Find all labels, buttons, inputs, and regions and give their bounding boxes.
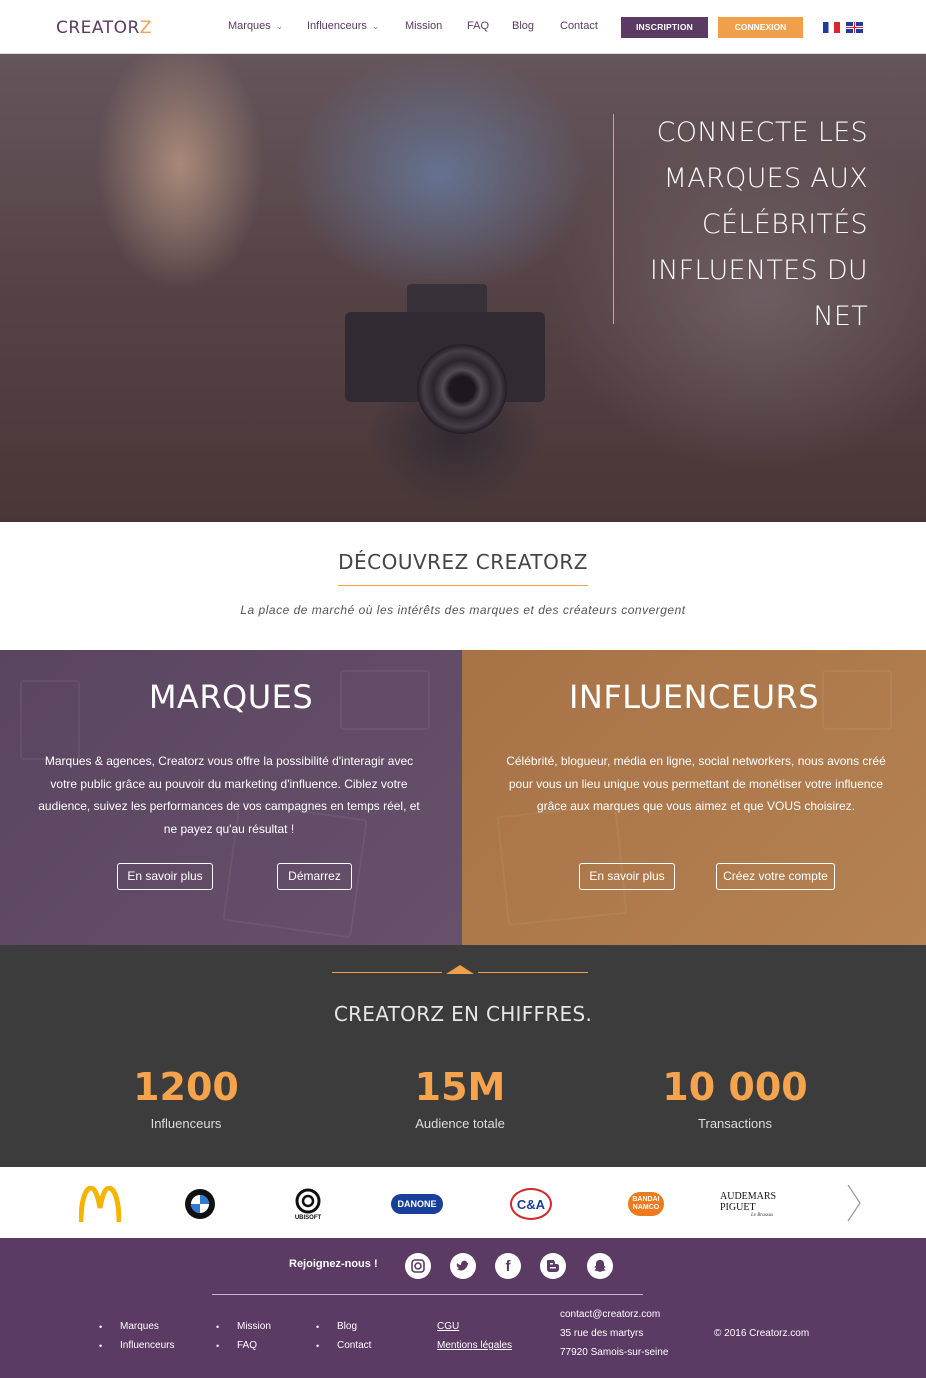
nav-mission[interactable]: Mission <box>405 20 442 32</box>
footer-link-influenceurs[interactable]: Influenceurs <box>120 1340 174 1351</box>
nav-contact[interactable]: Contact <box>560 20 598 32</box>
le-brassus-text: Le Brassus <box>750 1212 774 1218</box>
facebook-icon[interactable]: f <box>495 1253 521 1279</box>
login-button[interactable]: CONNEXION <box>718 17 803 38</box>
logo-z: Z <box>139 18 152 38</box>
hero-banner: CONNECTE LES MARQUES AUX CÉLÉBRITÉS INFL… <box>0 54 926 522</box>
brand-logos-carousel: UBISOFT DANONE C&A BANDAI NAMCO AUDEMARS… <box>0 1167 926 1238</box>
discover-divider <box>338 585 588 586</box>
marques-title: MARQUES <box>148 678 314 716</box>
danone-text: DANONE <box>391 1194 443 1214</box>
footer-link-marques[interactable]: Marques <box>120 1321 159 1332</box>
twitter-icon[interactable] <box>450 1253 476 1279</box>
footer-divider <box>212 1294 643 1295</box>
mcdonalds-logo <box>78 1183 122 1225</box>
namco-text: NAMCO <box>632 1204 660 1211</box>
triangle-up-icon <box>446 965 474 974</box>
hero-title-line-3: CÉLÉBRITÉS <box>701 209 868 240</box>
stat-label-audience: Audience totale <box>415 1116 505 1131</box>
influenceurs-title: INFLUENCEURS <box>568 678 820 716</box>
influenceurs-text: Célébrité, blogueur, média en ligne, soc… <box>506 754 886 814</box>
marques-text: Marques & agences, Creatorz vous offre l… <box>38 754 420 836</box>
top-nav: CREATORZ Marques ⌄ Influenceurs ⌄ Mission … <box>0 0 926 54</box>
hero-title: CONNECTE LES MARQUES AUX CÉLÉBRITÉS INFL… <box>608 110 868 340</box>
influenceurs-learn-more-button[interactable]: En savoir plus <box>579 863 675 890</box>
audemars-piguet-text: AUDEMARS PIGUET <box>720 1190 777 1213</box>
audemars-piguet-logo: AUDEMARS PIGUET Le Brassus <box>720 1183 804 1225</box>
stat-value-influenceurs: 1200 <box>133 1065 239 1109</box>
footer-link-cgu[interactable]: CGU <box>437 1321 459 1332</box>
chevron-down-icon: ⌄ <box>275 21 284 31</box>
marques-start-button[interactable]: Démarrez <box>277 863 352 890</box>
c-and-a-logo: C&A <box>508 1183 554 1225</box>
ubisoft-text: UBISOFT <box>294 1214 322 1221</box>
hero-title-line-1: CONNECTE LES <box>656 117 868 148</box>
bandai-text: BANDAI <box>632 1196 660 1203</box>
french-flag-icon[interactable] <box>823 22 840 33</box>
creatorz-logo[interactable]: CREATORZ <box>56 18 152 38</box>
nav-faq[interactable]: FAQ <box>467 20 489 32</box>
instagram-icon[interactable] <box>405 1253 431 1279</box>
chevron-down-icon: ⌄ <box>371 21 380 31</box>
logo-text: CREATOR <box>56 18 140 38</box>
hero-title-line-4: INFLUENTES DU <box>649 255 868 286</box>
danone-logo: DANONE <box>388 1183 446 1225</box>
stat-label-transactions: Transactions <box>698 1116 772 1131</box>
signup-button[interactable]: INSCRIPTION <box>621 17 708 38</box>
create-account-button[interactable]: Créez votre compte <box>716 863 835 890</box>
footer-address-line-2: 77920 Samois-sur-seine <box>560 1347 669 1358</box>
chevron-right-icon[interactable] <box>846 1183 862 1223</box>
footer-link-contact[interactable]: Contact <box>337 1340 371 1351</box>
english-flag-icon[interactable] <box>846 22 863 33</box>
stat-value-audience: 15M <box>414 1065 506 1109</box>
footer-copyright: © 2016 Creatorz.com <box>714 1328 810 1339</box>
stats-divider-right <box>478 972 588 973</box>
marques-learn-more-button[interactable]: En savoir plus <box>117 863 213 890</box>
stats-divider-left <box>332 972 442 973</box>
footer-email[interactable]: contact@creatorz.com <box>560 1309 660 1320</box>
nav-marques-label: Marques <box>228 20 271 32</box>
footer-address-line-1: 35 rue des martyrs <box>560 1328 644 1339</box>
discover-subtitle: La place de marché où les intérêts des m… <box>240 603 686 617</box>
hero-title-line-2: MARQUES AUX <box>663 163 868 194</box>
hero-title-line-5: NET <box>813 301 868 332</box>
stats-title: CREATORZ EN CHIFFRES. <box>333 1002 593 1026</box>
footer-link-blog[interactable]: Blog <box>337 1321 357 1332</box>
nav-influenceurs-label: Influenceurs <box>307 20 367 32</box>
snapchat-icon[interactable] <box>587 1253 613 1279</box>
c-and-a-text: C&A <box>510 1188 552 1220</box>
ubisoft-logo: UBISOFT <box>283 1183 333 1225</box>
stat-label-influenceurs: Influenceurs <box>150 1116 222 1131</box>
discover-title: DÉCOUVREZ CREATORZ <box>338 550 588 574</box>
nav-blog[interactable]: Blog <box>512 20 534 32</box>
footer-link-faq[interactable]: FAQ <box>237 1340 257 1351</box>
nav-influenceurs[interactable]: Influenceurs ⌄ <box>307 20 379 32</box>
footer-link-mission[interactable]: Mission <box>237 1321 271 1332</box>
stat-value-transactions: 10 000 <box>662 1065 808 1109</box>
footer: Rejoignez-nous ! f • Marques • Influence… <box>0 1238 926 1378</box>
join-us-label: Rejoignez-nous ! <box>289 1258 378 1270</box>
stats-section: CREATORZ EN CHIFFRES. 1200 Influenceurs … <box>0 945 926 1167</box>
bmw-logo <box>183 1183 217 1225</box>
marques-panel: MARQUES Marques & agences, Creatorz vous… <box>0 650 462 945</box>
blogger-icon[interactable] <box>540 1253 566 1279</box>
footer-link-mentions-legales[interactable]: Mentions légales <box>437 1340 512 1351</box>
influenceurs-panel: INFLUENCEURS Célébrité, blogueur, média … <box>462 650 926 945</box>
nav-marques[interactable]: Marques ⌄ <box>228 20 283 32</box>
bandai-namco-logo: BANDAI NAMCO <box>622 1183 670 1225</box>
